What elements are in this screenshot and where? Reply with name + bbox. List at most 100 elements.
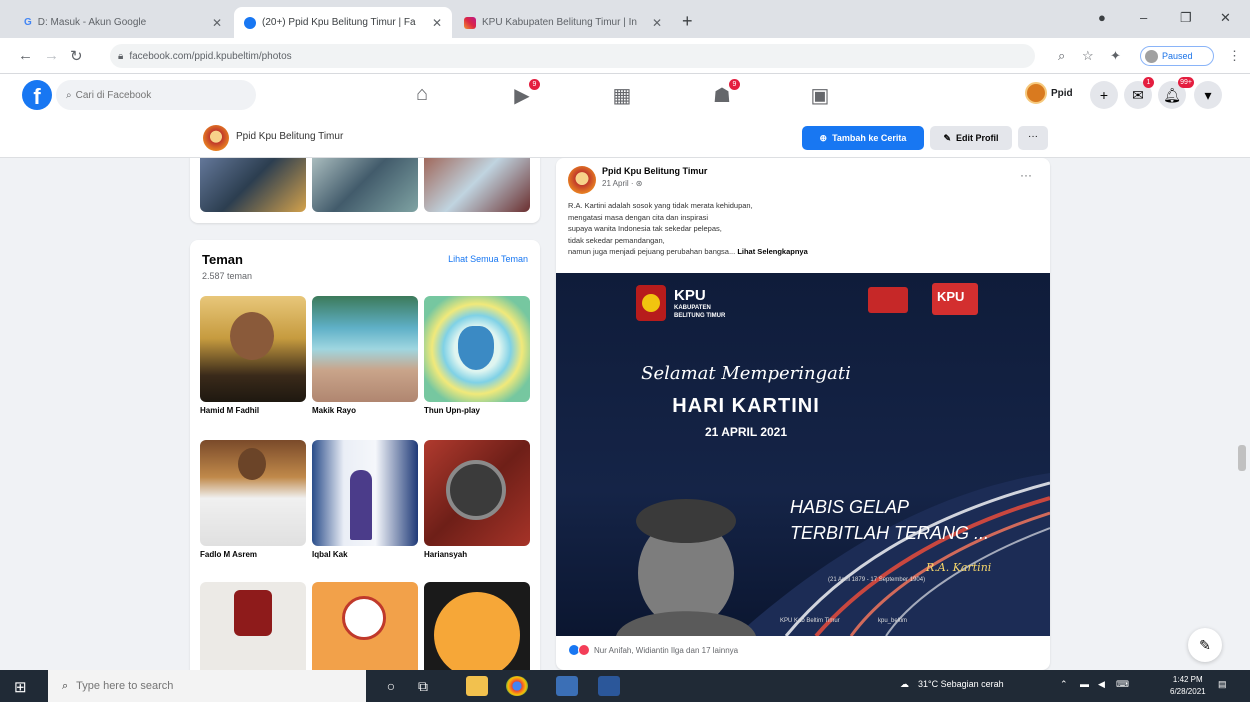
- friend-name[interactable]: Makik Rayo: [312, 406, 356, 415]
- friend-photo[interactable]: [424, 582, 530, 670]
- account-menu-icon[interactable]: ▾: [1194, 81, 1222, 109]
- header-profile-link[interactable]: Ppid: [1025, 82, 1073, 104]
- tab-google-account[interactable]: G D: Masuk - Akun Google ✕: [14, 7, 232, 38]
- marketplace-icon[interactable]: ▦: [602, 83, 642, 108]
- messenger-icon[interactable]: ✉ 1: [1124, 77, 1154, 109]
- facebook-search[interactable]: ⌕: [56, 80, 256, 110]
- close-window-icon[interactable]: ✕: [1220, 10, 1231, 26]
- friend-photo[interactable]: [424, 296, 530, 402]
- friend-name[interactable]: Hamid M Fadhil: [200, 406, 259, 415]
- minimize-icon[interactable]: –: [1140, 10, 1147, 25]
- friend-photo[interactable]: [200, 582, 306, 670]
- avatar[interactable]: [568, 166, 596, 194]
- post-text-line: mengatasi masa dengan cita dan inspirasi: [568, 212, 709, 222]
- edit-profile-label: Edit Profil: [956, 133, 999, 143]
- friend-photo[interactable]: [312, 582, 418, 670]
- windows-taskbar: ⊞ ⌕ ○ ⧉ ☁︎ 31°C Sebagian cerah ⌃ ▬ ◀︎ ⌨︎…: [0, 670, 1250, 702]
- restore-icon[interactable]: ❐: [1180, 10, 1192, 26]
- post-image[interactable]: KPU KABUPATEN BELITUNG TIMUR KPU Selamat…: [556, 273, 1050, 636]
- poster-logo-sub2: BELITUNG TIMUR: [674, 313, 726, 319]
- profile-content: Teman 2.587 teman Lihat Semua Teman Hami…: [0, 158, 1250, 670]
- more-options-button[interactable]: ···: [1018, 126, 1048, 150]
- post-timestamp[interactable]: 21 April · ⊛: [602, 179, 643, 188]
- see-more-link[interactable]: Lihat Selengkapnya: [737, 247, 807, 256]
- close-icon[interactable]: ✕: [652, 16, 662, 30]
- friend-face: [238, 448, 266, 480]
- system-clock[interactable]: 1:42 PM 6/28/2021: [1170, 674, 1206, 698]
- friend-photo[interactable]: [312, 440, 418, 546]
- poster-heading-script: Selamat Memperingati: [641, 363, 851, 384]
- photo-thumbnail[interactable]: [312, 158, 418, 212]
- file-explorer-icon[interactable]: [466, 676, 488, 696]
- volume-icon[interactable]: ◀︎: [1098, 679, 1105, 690]
- taskbar-search[interactable]: ⌕: [48, 670, 366, 702]
- zoom-icon[interactable]: ⌕: [1058, 48, 1065, 64]
- photo-thumbnail[interactable]: [200, 158, 306, 212]
- cortana-icon[interactable]: ○: [380, 676, 402, 696]
- new-message-icon[interactable]: ✎: [1188, 628, 1222, 662]
- friend-name[interactable]: Iqbal Kak: [312, 550, 348, 559]
- browser-profile-button[interactable]: Paused: [1140, 46, 1214, 66]
- tab-title: D: Masuk - Akun Google: [37, 17, 147, 28]
- watch-icon[interactable]: ▶ 9: [502, 79, 542, 108]
- forward-icon[interactable]: →: [44, 47, 59, 64]
- new-tab-icon[interactable]: +: [682, 11, 693, 32]
- url-text: facebook.com/ppid.kpubeltim/photos: [129, 50, 292, 62]
- close-icon[interactable]: ✕: [212, 16, 222, 30]
- avatar[interactable]: [203, 125, 229, 151]
- tab-facebook[interactable]: (20+) Ppid Kpu Belitung Timur | Fa ✕: [234, 7, 452, 38]
- add-to-story-button[interactable]: ⊕ Tambah ke Cerita: [802, 126, 924, 150]
- friend-name[interactable]: Fadlo M Asrem: [200, 550, 257, 559]
- language-icon[interactable]: ⌨︎: [1116, 679, 1129, 690]
- word-icon[interactable]: [598, 676, 620, 696]
- back-icon[interactable]: ←: [18, 47, 33, 64]
- network-icon[interactable]: ▬: [1080, 679, 1089, 689]
- address-bar[interactable]: 🔒︎ facebook.com/ppid.kpubeltim/photos: [110, 44, 1035, 68]
- record-icon[interactable]: ●: [1098, 10, 1106, 25]
- see-all-friends-link[interactable]: Lihat Semua Teman: [448, 254, 528, 264]
- post-author[interactable]: Ppid Kpu Belitung Timur: [602, 166, 707, 176]
- bookmark-star-icon[interactable]: ☆: [1082, 48, 1094, 64]
- search-input[interactable]: [75, 89, 226, 101]
- notification-center-icon[interactable]: ▤: [1218, 679, 1227, 690]
- page-scrollbar[interactable]: [1238, 445, 1246, 471]
- home-icon[interactable]: ⌂: [402, 83, 442, 106]
- poster-footer-left: KPU Kab Beltim Timur: [780, 618, 840, 624]
- notifications-icon[interactable]: 🔔︎ 99+: [1158, 77, 1194, 109]
- tray-chevron-icon[interactable]: ⌃: [1060, 679, 1068, 690]
- reload-icon[interactable]: ↻: [70, 47, 83, 65]
- gaming-icon[interactable]: ▣: [800, 83, 840, 108]
- friends-card: Teman 2.587 teman Lihat Semua Teman Hami…: [190, 240, 540, 670]
- groups-icon[interactable]: ☗ 9: [702, 79, 742, 108]
- weather-icon[interactable]: ☁︎: [900, 679, 909, 690]
- windows-start-icon[interactable]: ⊞: [14, 678, 27, 696]
- post-options-icon[interactable]: ···: [1020, 168, 1032, 182]
- extensions-icon[interactable]: ✦: [1110, 48, 1121, 64]
- facebook-logo-icon[interactable]: f: [22, 80, 52, 110]
- create-icon[interactable]: +: [1090, 81, 1118, 109]
- chrome-icon[interactable]: [506, 676, 528, 696]
- tab-instagram[interactable]: KPU Kabupaten Belitung Timur | In ✕: [454, 7, 672, 38]
- task-view-icon[interactable]: ⧉: [412, 676, 434, 696]
- notifications-badge: 99+: [1178, 77, 1194, 88]
- edit-profile-button[interactable]: ✎ Edit Profil: [930, 126, 1012, 150]
- poster-quote-line2: TERBITLAH TERANG ...: [790, 523, 990, 543]
- weather-text[interactable]: 31°C Sebagian cerah: [918, 679, 1004, 689]
- poster-kpu-badge: KPU: [937, 289, 965, 304]
- friend-name[interactable]: Thun Upn-play: [424, 406, 480, 415]
- friend-photo[interactable]: [200, 440, 306, 546]
- close-icon[interactable]: ✕: [432, 16, 442, 30]
- friend-photo[interactable]: [312, 296, 418, 402]
- store-icon[interactable]: [556, 676, 578, 696]
- reactions-summary[interactable]: Nur Anifah, Widiantin Ilga dan 17 lainny…: [568, 644, 738, 656]
- friend-name[interactable]: Hariansyah: [424, 550, 467, 559]
- facebook-favicon-icon: [244, 16, 256, 29]
- photo-thumbnail[interactable]: [424, 158, 530, 212]
- friend-photo[interactable]: [200, 296, 306, 402]
- post-text: R.A. Kartini adalah sosok yang tidak mer…: [568, 200, 1038, 258]
- kebab-menu-icon[interactable]: ⋮: [1228, 48, 1241, 64]
- friends-heading[interactable]: Teman: [202, 252, 243, 267]
- friend-photo[interactable]: [424, 440, 530, 546]
- profile-name[interactable]: Ppid Kpu Belitung Timur: [236, 131, 343, 142]
- taskbar-search-input[interactable]: [76, 680, 337, 692]
